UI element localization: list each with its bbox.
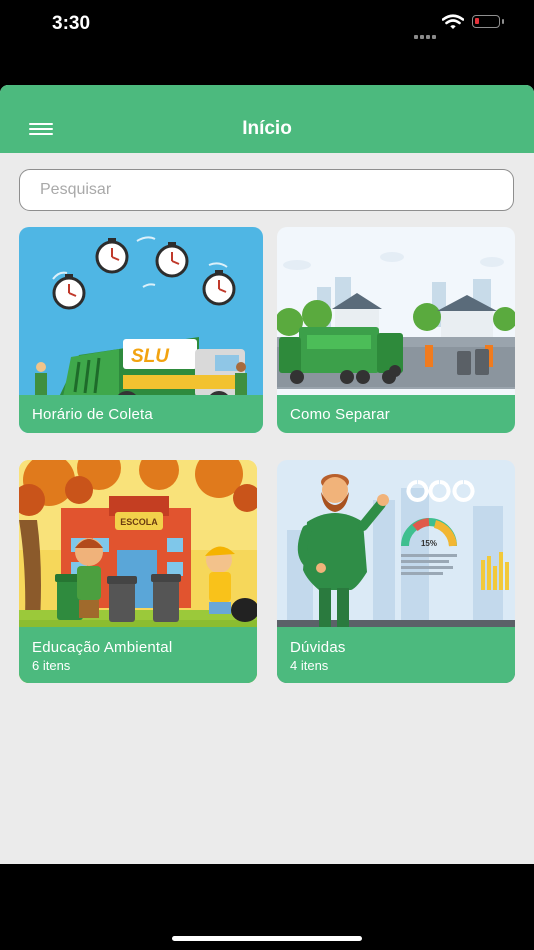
school-sign-text: ESCOLA [120, 517, 158, 527]
search-input[interactable] [19, 169, 514, 211]
gauge-percent-text: 15% [421, 539, 437, 548]
card-como-separar[interactable]: Como Separar [277, 227, 515, 433]
card-title: Educação Ambiental [32, 639, 173, 656]
card-title: Como Separar [290, 406, 390, 423]
card-caption: Horário de Coleta [19, 395, 263, 433]
status-bar: 3:30 [0, 0, 534, 50]
battery-icon [472, 15, 504, 28]
signal-icon [414, 26, 438, 44]
page-title: Início [242, 118, 292, 139]
status-time: 3:30 [52, 13, 91, 34]
card-caption: Educação Ambiental 6 itens [19, 627, 257, 683]
card-subtitle: 6 itens [32, 658, 71, 673]
card-horario-coleta[interactable]: SLU Horário de Coleta [19, 227, 263, 433]
truck-logo-text: SLU [131, 346, 170, 367]
card-subtitle: 4 itens [290, 658, 329, 673]
card-caption: Como Separar [277, 395, 515, 433]
card-educacao-ambiental[interactable]: ESCOLA Educação Ambiental 6 itens [19, 460, 257, 683]
header: Início [0, 85, 534, 153]
app-window: Início SLU [0, 85, 534, 864]
card-title: Horário de Coleta [32, 406, 153, 423]
card-title: Dúvidas [290, 639, 346, 656]
home-indicator[interactable] [172, 936, 362, 941]
card-caption: Dúvidas 4 itens [277, 627, 515, 683]
wifi-icon [442, 14, 464, 29]
card-duvidas[interactable]: 15% Dúvidas 4 itens [277, 460, 515, 683]
